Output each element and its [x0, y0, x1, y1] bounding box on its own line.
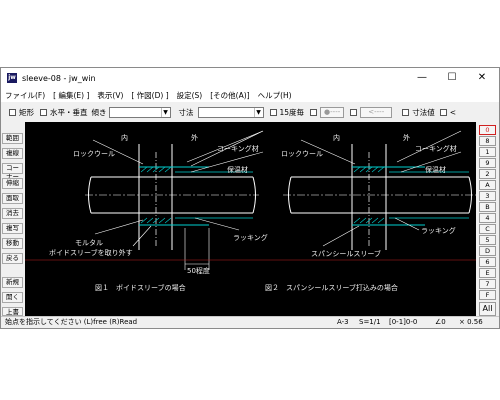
menu-help[interactable]: ヘルプ(H) — [258, 90, 292, 101]
horiz-vert-label: 水平・垂直 — [50, 107, 88, 117]
status-layer[interactable]: [0-1]0-0 — [389, 317, 417, 328]
layer-group-6[interactable]: 6 — [479, 257, 496, 267]
menu-view[interactable]: 表示(V) — [97, 90, 123, 101]
tool-copy[interactable]: 複写 — [2, 223, 23, 234]
layer-group-5[interactable]: 5 — [479, 235, 496, 245]
figure-2-caption: 図２ スパンシールスリーブ打込みの場合 — [265, 284, 398, 292]
layer-group-9[interactable]: 9 — [479, 158, 496, 168]
horiz-vert-checkbox[interactable] — [40, 108, 47, 116]
tilt-combo[interactable]: ▼ — [108, 106, 171, 118]
label-inside: 内 — [333, 134, 340, 142]
label-mortar: モルタル — [75, 239, 103, 247]
chevron-down-icon: ▼ — [160, 107, 170, 117]
maximize-button[interactable]: ☐ — [437, 68, 467, 88]
minimize-button[interactable]: — — [407, 68, 437, 88]
label-insulation: 保温材 — [425, 166, 446, 174]
tool-parallel-line[interactable]: 複線 — [2, 148, 23, 159]
tool-range[interactable]: 範囲 — [2, 133, 23, 144]
label-outside: 外 — [191, 134, 198, 142]
title-bar: jw sleeve-08 - jw_win — ☐ ✕ — [1, 68, 499, 88]
layer-group-3[interactable]: 3 — [479, 191, 496, 201]
label-void-sleeve-remove: ボイドスリーブを取り外す — [49, 249, 133, 257]
tool-stretch[interactable]: 伸縮 — [2, 178, 23, 189]
layer-group-2[interactable]: 2 — [479, 169, 496, 179]
figure-1-caption: 図１ ボイドスリーブの場合 — [95, 284, 186, 292]
rect-checkbox[interactable] — [9, 108, 16, 116]
tool-overwrite[interactable]: 上書 — [2, 307, 23, 316]
layer-group-4[interactable]: 4 — [479, 213, 496, 223]
label-rock-wool: ロックウール — [281, 150, 323, 158]
layer-group-8[interactable]: 8 — [479, 136, 496, 146]
leader-line — [132, 225, 152, 247]
tool-open[interactable]: 開く — [2, 292, 23, 303]
window-title: sleeve-08 - jw_win — [22, 73, 96, 83]
control-bar: 矩形 水平・垂直 傾き ▼ 寸法 ▼ 15度毎 ●---- <---- 寸法値 … — [1, 104, 499, 120]
dim-combo[interactable]: ▼ — [197, 106, 264, 118]
label-rock-wool: ロックウール — [73, 150, 115, 158]
leader-line — [194, 217, 240, 231]
tilt-label: 傾き — [91, 107, 107, 117]
layer-group-0[interactable]: 0 — [479, 125, 496, 135]
menu-edit[interactable]: [ 編集(E) ] — [53, 90, 89, 101]
menu-draw[interactable]: [ 作図(D) ] — [131, 90, 168, 101]
circle-line-button[interactable]: ●---- — [320, 106, 345, 118]
tool-undo[interactable]: 戻る — [2, 253, 23, 264]
label-dimension: 50程度 — [187, 267, 210, 275]
label-outside: 外 — [403, 134, 410, 142]
left-tool-palette: 範囲 複線 コーナー 伸縮 面取 消去 複写 移動 戻る 新規 開く 上書 — [1, 122, 25, 316]
layer-palette: 0 8 1 9 2 A 3 B 4 C 5 D 6 E 7 F All — [476, 122, 499, 316]
chevron-down-icon: ▼ — [253, 107, 263, 117]
status-bar: 始点を指示してください (L)free (R)Read A-3 S=1/1 [0… — [1, 316, 499, 328]
rect-label: 矩形 — [19, 107, 34, 117]
circle-checkbox[interactable] — [310, 108, 318, 116]
lt-label: < — [449, 107, 457, 117]
arrow-checkbox[interactable] — [350, 108, 358, 116]
leader-line — [322, 225, 360, 247]
tool-erase[interactable]: 消去 — [2, 208, 23, 219]
leader-line — [394, 217, 420, 231]
layer-group-7[interactable]: 7 — [479, 279, 496, 289]
label-span-seal-sleeve: スパンシールスリーブ — [311, 250, 381, 258]
tool-chamfer[interactable]: 面取 — [2, 193, 23, 204]
all-layers-button[interactable]: All — [479, 302, 496, 316]
menu-other[interactable]: [その他(A)] — [210, 90, 249, 101]
layer-group-a[interactable]: A — [479, 180, 496, 190]
status-angle[interactable]: ∠0 — [435, 317, 446, 328]
layer-group-f[interactable]: F — [479, 290, 496, 300]
dim-label: 寸法 — [178, 107, 194, 117]
status-scale[interactable]: S=1/1 — [359, 317, 381, 328]
deg15-label: 15度毎 — [279, 107, 305, 117]
layer-group-d[interactable]: D — [479, 246, 496, 256]
jw-app-icon: jw — [7, 73, 17, 83]
tool-corner[interactable]: コーナー — [2, 163, 23, 181]
layer-group-1[interactable]: 1 — [479, 147, 496, 157]
tool-new[interactable]: 新規 — [2, 277, 23, 288]
layer-group-c[interactable]: C — [479, 224, 496, 234]
leader-line — [94, 219, 144, 235]
layer-group-e[interactable]: E — [479, 268, 496, 278]
menu-bar: ファイル(F) [ 編集(E) ] 表示(V) [ 作図(D) ] 設定(S) … — [1, 88, 499, 102]
drawing-canvas[interactable]: 内 外 ロックウール コーキング材 保温材 モルタル ボイドスリーブを取り外す … — [25, 122, 476, 316]
label-insulation: 保温材 — [227, 166, 248, 174]
app-window: jw sleeve-08 - jw_win — ☐ ✕ ファイル(F) [ 編集… — [0, 67, 500, 329]
lt-checkbox[interactable] — [439, 108, 447, 116]
layer-group-b[interactable]: B — [479, 202, 496, 212]
label-inside: 内 — [121, 134, 128, 142]
status-paper-size[interactable]: A-3 — [337, 317, 349, 328]
close-button[interactable]: ✕ — [467, 68, 497, 88]
menu-settings[interactable]: 設定(S) — [177, 90, 203, 101]
label-lagging: ラッキング — [421, 227, 456, 235]
arrow-line-button[interactable]: <---- — [360, 106, 393, 118]
dim-value-label: 寸法値 — [412, 107, 435, 117]
menu-file[interactable]: ファイル(F) — [5, 90, 45, 101]
deg15-checkbox[interactable] — [269, 108, 277, 116]
status-zoom[interactable]: × 0.56 — [459, 317, 483, 328]
label-caulking: コーキング材 — [415, 145, 457, 153]
dim-value-checkbox[interactable] — [402, 108, 410, 116]
label-lagging: ラッキング — [233, 234, 268, 242]
status-prompt: 始点を指示してください (L)free (R)Read — [5, 318, 138, 326]
tool-move[interactable]: 移動 — [2, 238, 23, 249]
label-caulking: コーキング材 — [217, 145, 259, 153]
